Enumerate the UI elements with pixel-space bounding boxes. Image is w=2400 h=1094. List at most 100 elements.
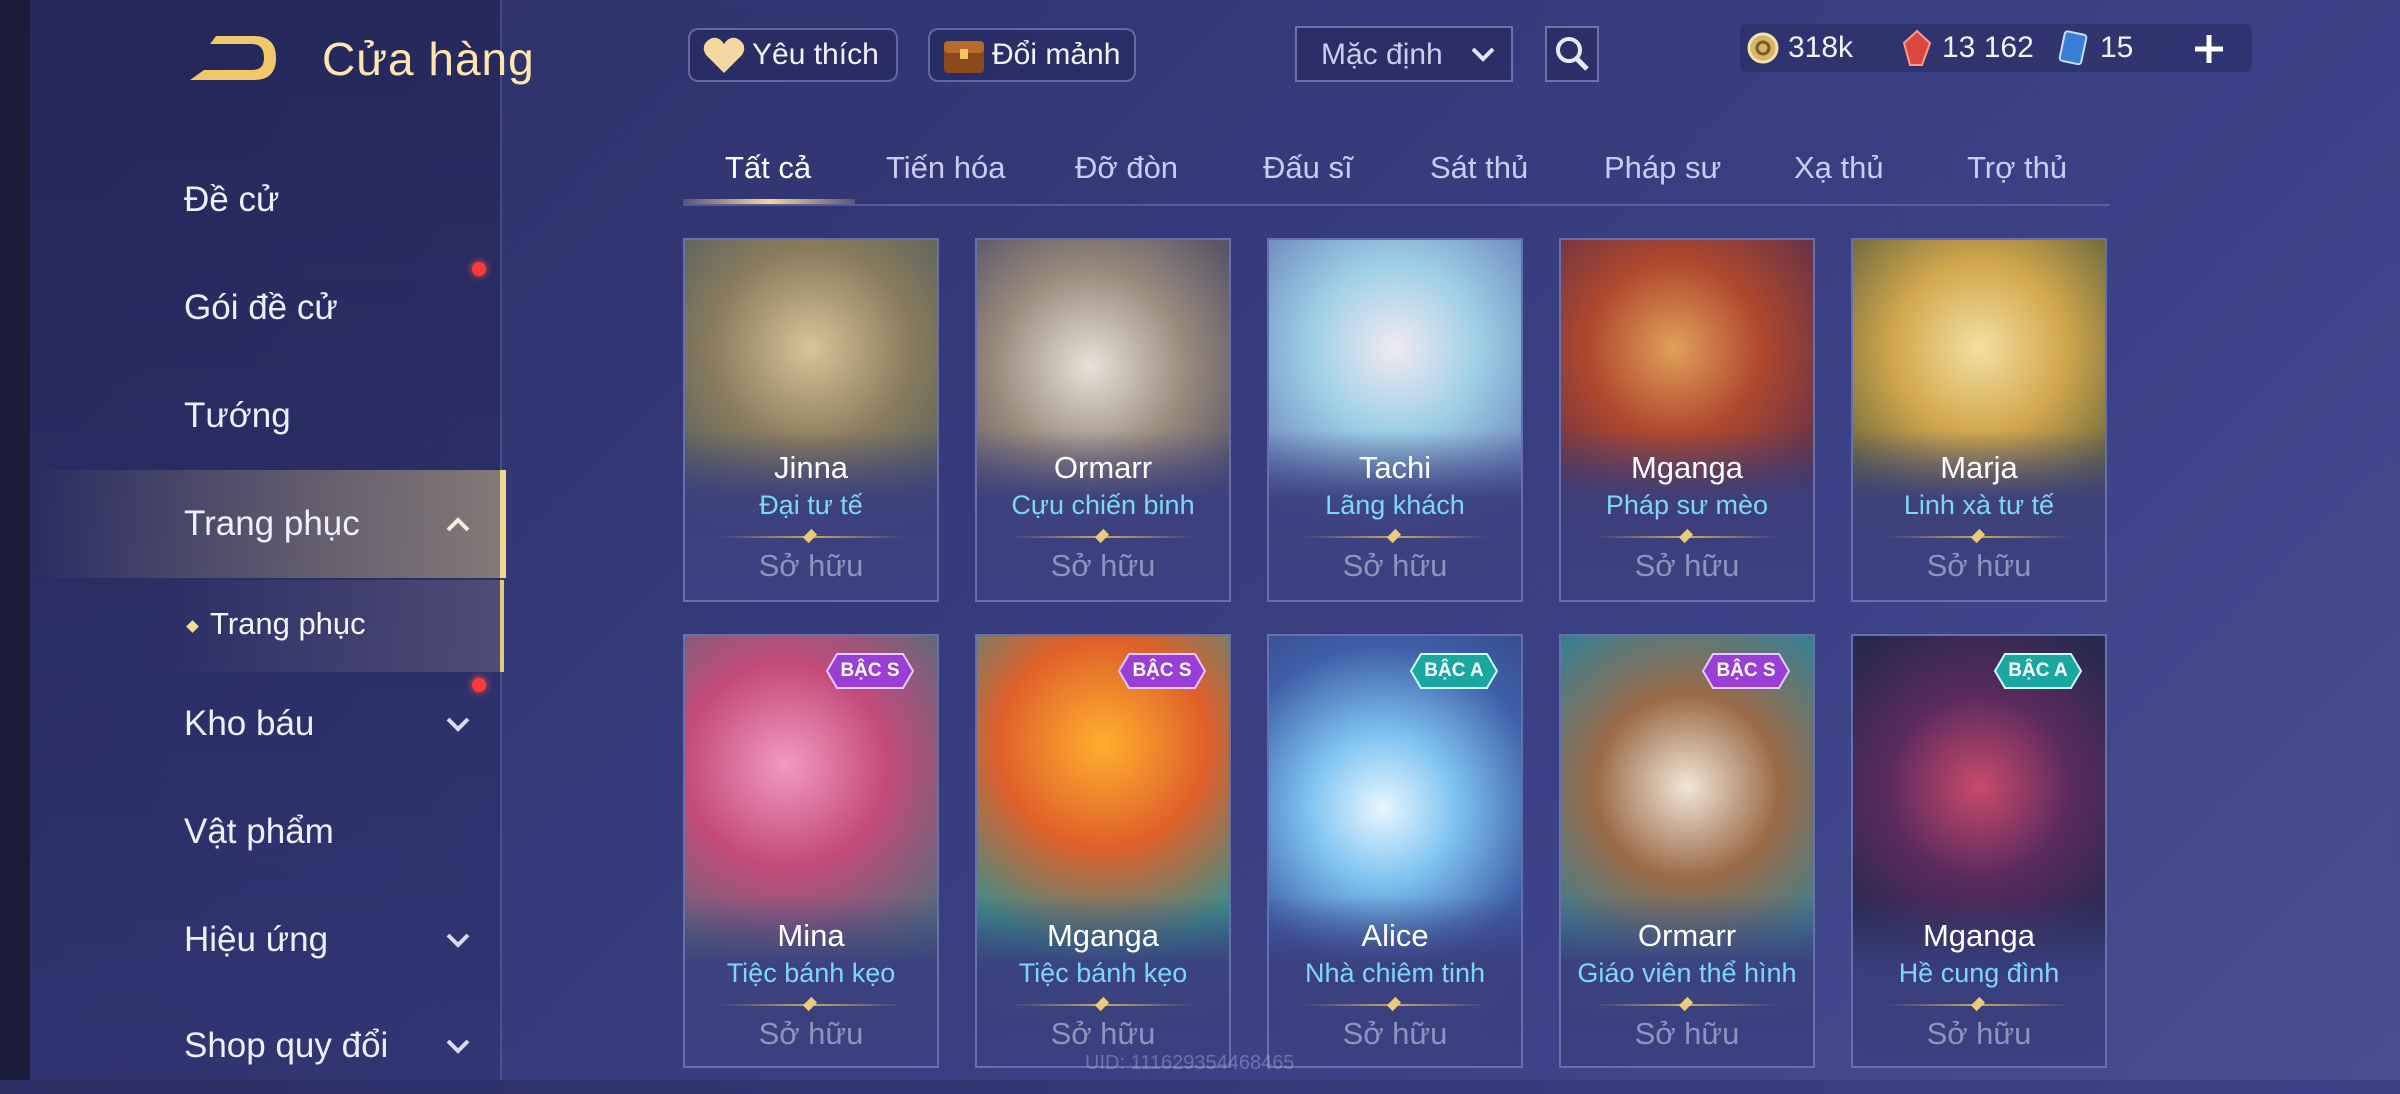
skin-card[interactable]: Mganga Pháp sư mèo Sở hữu (1559, 238, 1815, 602)
sidebar-item-label: Gói đề cử (184, 288, 338, 327)
treasure-chest-icon (944, 41, 984, 73)
tier-label: BẬC S (840, 660, 900, 681)
tier-badge: BẬC S (1701, 652, 1791, 690)
skin-name: Linh xà tư tế (1903, 490, 2055, 520)
sidebar-item-heroes[interactable]: Tướng (30, 368, 500, 464)
skin-card[interactable]: Jinna Đại tư tế Sở hữu (683, 238, 939, 602)
favorites-label: Yêu thích (752, 38, 879, 71)
tab-all[interactable]: Tất cả (725, 150, 811, 186)
sidebar-item-treasure[interactable]: Kho báu (30, 676, 500, 772)
chevron-down-icon (446, 933, 470, 948)
sidebar-item-label: Kho báu (184, 704, 315, 743)
sort-value: Mặc định (1321, 38, 1443, 71)
sidebar-item-items[interactable]: Vật phẩm (30, 784, 500, 880)
sidebar-item-skins[interactable]: Trang phục (30, 470, 506, 578)
bullet-icon (186, 620, 199, 633)
tier-badge: BẬC A (1409, 652, 1499, 690)
tier-badge: BẬC S (1117, 652, 1207, 690)
blue-card-icon (2058, 30, 2088, 66)
skin-card[interactable]: BẬC S Mina Tiệc bánh kẹo Sở hữu (683, 634, 939, 1068)
sidebar-item-label: Hiệu ứng (184, 920, 329, 959)
screen-edge (0, 0, 30, 1080)
exchange-shards-button[interactable]: Đổi mảnh (928, 28, 1136, 82)
gold-amount: 318k (1788, 31, 1854, 64)
tier-label: BẬC S (1132, 660, 1192, 681)
skin-name: Pháp sư mèo (1605, 490, 1769, 520)
skin-card[interactable]: BẬC S Mganga Tiệc bánh kẹo Sở hữu (975, 634, 1231, 1068)
skin-name: Cựu chiến binh (1011, 490, 1195, 520)
tier-badge: BẬC S (825, 652, 915, 690)
owned-status: Sở hữu (1342, 548, 1448, 583)
tab-marksman[interactable]: Xạ thủ (1794, 150, 1884, 186)
search-button[interactable] (1545, 26, 1599, 82)
sort-select[interactable]: Mặc định (1295, 26, 1513, 82)
chevron-up-icon (446, 517, 470, 532)
uid-watermark: UID: 111629354468465 (1085, 1052, 1295, 1074)
ticket-amount: 15 (2100, 31, 2134, 64)
skin-card[interactable]: Marja Linh xà tư tế Sở hữu (1851, 238, 2107, 602)
sidebar-subitem-skins[interactable]: Trang phục (160, 580, 504, 672)
hero-name: Mina (777, 918, 845, 953)
hero-name: Marja (1940, 450, 2018, 485)
tab-assassin[interactable]: Sát thủ (1430, 150, 1528, 186)
skin-name: Đại tư tế (759, 490, 863, 520)
skin-card[interactable]: Ormarr Cựu chiến binh Sở hữu (975, 238, 1231, 602)
sidebar-item-label: Trang phục (184, 504, 360, 543)
chevron-down-icon (446, 1039, 470, 1054)
owned-status: Sở hữu (1634, 1016, 1740, 1051)
owned-status: Sở hữu (1050, 1016, 1156, 1051)
red-gem-icon (1902, 29, 1932, 66)
sidebar-item-label: Tướng (184, 396, 291, 435)
tier-label: BẬC A (2008, 660, 2068, 681)
ticket-currency: 15 (2058, 24, 2133, 72)
skin-card[interactable]: BẬC S Ormarr Giáo viên thể hình Sở hữu (1559, 634, 1815, 1068)
owned-status: Sở hữu (1926, 1016, 2032, 1051)
gold-coin-icon (1747, 32, 1779, 64)
skin-name: Hề cung đình (1898, 958, 2060, 988)
skin-name: Tiệc bánh kẹo (726, 958, 896, 988)
sidebar-item-label: Vật phẩm (184, 812, 334, 851)
gem-amount: 13 162 (1942, 31, 2034, 64)
hero-name: Tachi (1358, 450, 1432, 485)
sidebar-subitem-label: Trang phục (210, 606, 366, 641)
owned-status: Sở hữu (1050, 548, 1156, 583)
tab-fighter[interactable]: Đấu sĩ (1263, 150, 1353, 186)
currency-bar: 318k 13 162 15 (1740, 24, 2252, 72)
hero-name: Ormarr (1637, 918, 1737, 953)
tier-badge: BẬC A (1993, 652, 2083, 690)
owned-status: Sở hữu (1342, 1016, 1448, 1051)
gold-currency: 318k (1746, 24, 1853, 72)
hero-name: Alice (1361, 918, 1429, 953)
chevron-down-icon (1471, 47, 1495, 62)
tier-label: BẬC A (1424, 660, 1484, 681)
hero-name: Jinna (773, 450, 849, 485)
hero-name: Mganga (1630, 450, 1744, 485)
heart-icon (703, 37, 745, 73)
tab-evolution[interactable]: Tiến hóa (886, 150, 1006, 186)
owned-status: Sở hữu (1634, 548, 1740, 583)
tab-mage[interactable]: Pháp sư (1604, 150, 1721, 186)
sidebar-item-label: Đề cử (184, 180, 280, 219)
back-arrow-icon[interactable] (180, 30, 280, 90)
hero-name: Ormarr (1053, 450, 1153, 485)
owned-status: Sở hữu (1926, 548, 2032, 583)
search-icon (1556, 37, 1589, 71)
favorites-button[interactable]: Yêu thích (688, 28, 898, 82)
owned-status: Sở hữu (758, 1016, 864, 1051)
tab-tank[interactable]: Đỡ đòn (1075, 150, 1178, 186)
sidebar-item-effects[interactable]: Hiệu ứng (30, 892, 500, 988)
tab-support[interactable]: Trợ thủ (1967, 150, 2067, 186)
sidebar-item-bundles[interactable]: Gói đề cử (30, 260, 500, 356)
skin-name: Tiệc bánh kẹo (1018, 958, 1188, 988)
hero-name: Mganga (1922, 918, 2036, 953)
sidebar-item-label: Shop quy đổi (184, 1026, 389, 1065)
skin-card[interactable]: Tachi Lãng khách Sở hữu (1267, 238, 1523, 602)
category-tabs: Tất cả Tiến hóa Đỡ đòn Đấu sĩ Sát thủ Ph… (683, 140, 2110, 206)
skin-name: Lãng khách (1325, 490, 1465, 520)
plus-icon[interactable] (2192, 32, 2226, 66)
active-tab-indicator (683, 199, 855, 204)
exchange-label: Đổi mảnh (992, 38, 1121, 71)
sidebar-item-recommended[interactable]: Đề cử (30, 152, 500, 248)
skin-card[interactable]: BẬC A Alice Nhà chiêm tinh Sở hữu (1267, 634, 1523, 1068)
skin-card[interactable]: BẬC A Mganga Hề cung đình Sở hữu (1851, 634, 2107, 1068)
